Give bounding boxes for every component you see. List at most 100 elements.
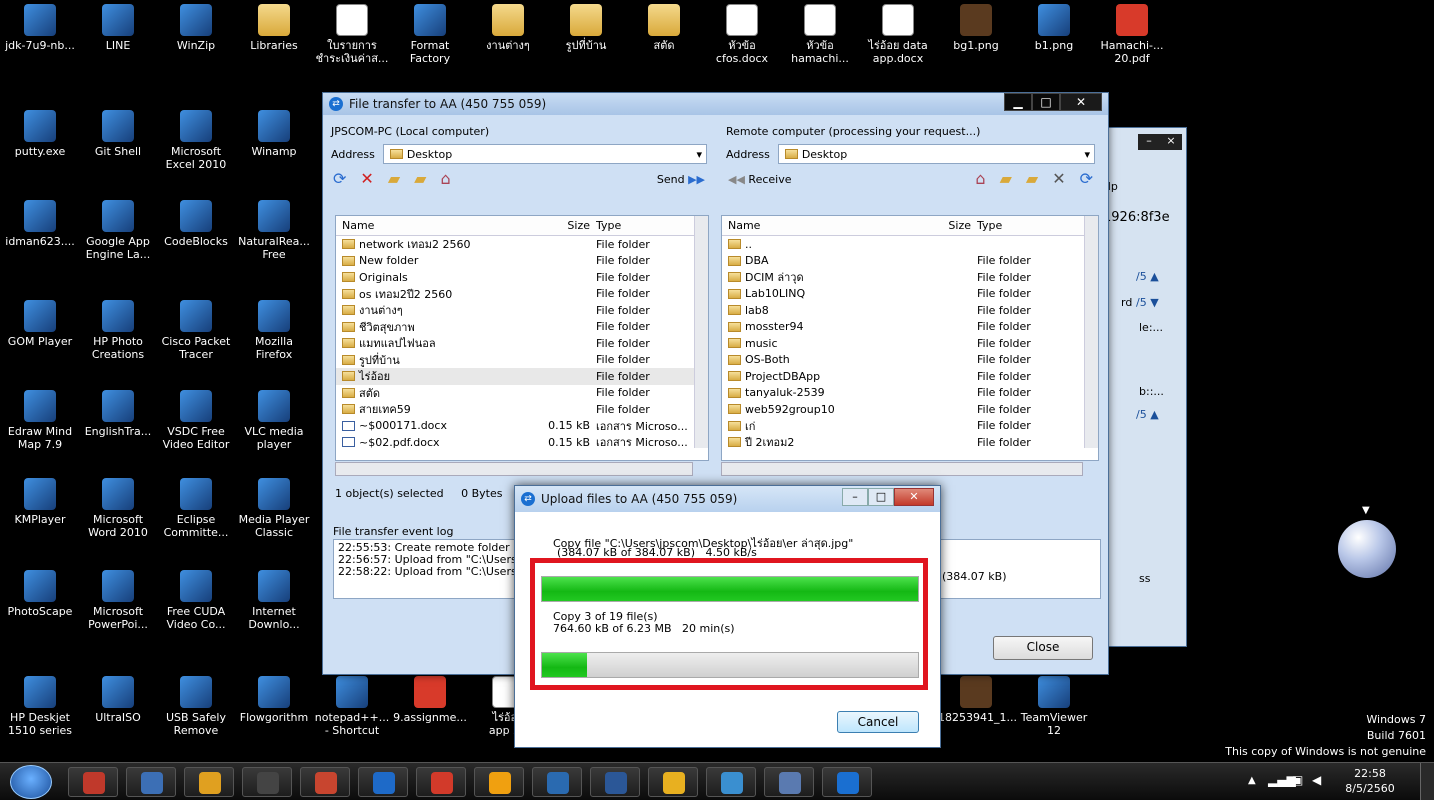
file-row[interactable]: ~$02.pdf.docx 0.15 kB เอกสาร Microso... — [336, 434, 708, 451]
desktop-icon[interactable]: VLC media player — [236, 390, 312, 451]
clock[interactable]: 22:58 8/5/2560 — [1340, 766, 1400, 796]
desktop-icon[interactable]: PhotoScape — [2, 570, 78, 618]
desktop-icon[interactable]: Internet Downlo... — [236, 570, 312, 631]
refresh-icon[interactable]: ⟳ — [1080, 171, 1093, 187]
taskbar-button[interactable] — [184, 767, 234, 797]
desktop-icon[interactable]: Microsoft PowerPoi... — [80, 570, 156, 631]
taskbar-button[interactable] — [242, 767, 292, 797]
desktop-icon[interactable]: WinZip — [158, 4, 234, 52]
file-row[interactable]: ProjectDBApp File folder — [722, 368, 1098, 385]
maximize-button[interactable]: □ — [868, 488, 894, 506]
desktop-icon[interactable]: Microsoft Excel 2010 — [158, 110, 234, 171]
desktop-icon[interactable]: Eclipse Committe... — [158, 478, 234, 539]
desktop-icon[interactable]: 18253941_1... — [938, 676, 1017, 724]
desktop-icon[interactable]: Libraries — [236, 4, 312, 52]
tray-app-icon[interactable]: ▣ — [1292, 773, 1303, 787]
new-folder-icon[interactable]: ▰ — [1026, 171, 1038, 187]
gadget-arrow-icon[interactable]: ▼ — [1362, 505, 1370, 516]
refresh-icon[interactable]: ⟳ — [333, 171, 346, 187]
file-row[interactable]: DCIM ล่าวุด File folder — [722, 269, 1098, 286]
desktop-icon[interactable]: KMPlayer — [2, 478, 78, 526]
horizontal-scrollbar[interactable] — [721, 462, 1083, 476]
file-row[interactable]: เก่ File folder — [722, 418, 1098, 435]
taskbar-button[interactable] — [590, 767, 640, 797]
maximize-button[interactable]: □ — [1032, 93, 1060, 111]
desktop-icon[interactable]: UltraISO — [80, 676, 156, 724]
column-size[interactable]: Size — [937, 219, 977, 232]
desktop-icon[interactable]: notepad++... - Shortcut — [314, 676, 390, 737]
file-row[interactable]: .. — [722, 236, 1098, 253]
desktop-icon[interactable]: Google App Engine La... — [80, 200, 156, 261]
desktop-icon[interactable]: Format Factory — [392, 4, 468, 65]
desktop-icon[interactable]: 9.assignme... — [392, 676, 468, 724]
desktop-icon[interactable]: Flowgorithm — [236, 676, 312, 724]
file-row[interactable]: New folder File folder — [336, 253, 708, 270]
desktop-icon[interactable]: Media Player Classic — [236, 478, 312, 539]
column-size[interactable]: Size — [546, 219, 596, 232]
file-row[interactable]: สายเทค59 File folder — [336, 401, 708, 418]
taskbar-button[interactable] — [358, 767, 408, 797]
desktop-icon[interactable]: สตัด — [626, 4, 702, 52]
send-button[interactable]: Send ▶▶ — [657, 173, 705, 186]
vertical-scrollbar[interactable] — [1084, 216, 1098, 448]
desktop-icon[interactable]: idman623.... — [2, 200, 78, 248]
desktop-icon[interactable]: LINE — [80, 4, 156, 52]
volume-icon[interactable]: ◀ — [1312, 773, 1321, 787]
file-row[interactable]: งานต่างๆ File folder — [336, 302, 708, 319]
desktop-icon[interactable]: หัวข้อ cfos.docx — [704, 4, 780, 65]
file-row[interactable]: ชีวิตสุขภาพ File folder — [336, 319, 708, 336]
file-row[interactable]: tanyaluk-2539 File folder — [722, 385, 1098, 402]
bg-text[interactable]: /5 ▼ — [1136, 296, 1159, 309]
column-type[interactable]: Type — [977, 219, 1077, 232]
file-row[interactable]: สตัด File folder — [336, 385, 708, 402]
file-row[interactable]: web592group10 File folder — [722, 401, 1098, 418]
file-row[interactable]: OS-Both File folder — [722, 352, 1098, 369]
taskbar-button[interactable] — [706, 767, 756, 797]
taskbar-button[interactable] — [532, 767, 582, 797]
desktop-icon[interactable]: b1.png — [1016, 4, 1092, 52]
minimize-button[interactable]: – — [842, 488, 868, 506]
desktop-icon[interactable]: งานต่างๆ — [470, 4, 546, 52]
file-row[interactable]: network เทอม2 2560 File folder — [336, 236, 708, 253]
desktop-icon[interactable]: putty.exe — [2, 110, 78, 158]
column-name[interactable]: Name — [336, 219, 546, 232]
close-button[interactable]: ✕ — [894, 488, 934, 506]
desktop-icon[interactable]: Free CUDA Video Co... — [158, 570, 234, 631]
column-type[interactable]: Type — [596, 219, 696, 232]
delete-icon[interactable]: ✕ — [1052, 171, 1065, 187]
file-row[interactable]: DBA File folder — [722, 253, 1098, 270]
file-row[interactable]: รูปที่บ้าน File folder — [336, 352, 708, 369]
desktop-icon[interactable]: GOM Player — [2, 300, 78, 348]
desktop-icon[interactable]: รูปที่บ้าน — [548, 4, 624, 52]
folder-up-icon[interactable]: ▰ — [1000, 171, 1012, 187]
taskbar-button[interactable] — [68, 767, 118, 797]
taskbar-button[interactable] — [764, 767, 814, 797]
file-row[interactable]: ~$000171.docx 0.15 kB เอกสาร Microso... — [336, 418, 708, 435]
file-row[interactable]: lab8 File folder — [722, 302, 1098, 319]
taskbar-button[interactable] — [416, 767, 466, 797]
bg-text[interactable]: /5 ▲ — [1136, 270, 1159, 283]
desktop-icon[interactable]: Git Shell — [80, 110, 156, 158]
receive-button[interactable]: ◀◀ Receive — [728, 173, 792, 186]
taskbar-button[interactable] — [822, 767, 872, 797]
local-file-list[interactable]: Name Size Type network เทอม2 2560 File fo… — [335, 215, 709, 461]
new-folder-icon[interactable]: ▰ — [388, 171, 400, 187]
close-button[interactable]: × — [1160, 134, 1182, 150]
file-row[interactable]: Lab10LINQ File folder — [722, 286, 1098, 303]
desktop-icon[interactable]: HP Deskjet 1510 series — [2, 676, 78, 737]
desktop-icon[interactable]: Winamp — [236, 110, 312, 158]
desktop-icon[interactable]: USB Safely Remove — [158, 676, 234, 737]
delete-icon[interactable]: ✕ — [360, 171, 373, 187]
file-row[interactable]: os เทอม2ปี2 2560 File folder — [336, 286, 708, 303]
desktop-icon[interactable]: Microsoft Word 2010 — [80, 478, 156, 539]
desktop-gadget-icon[interactable] — [1338, 520, 1396, 578]
desktop-icon[interactable]: jdk-7u9-nb... — [2, 4, 78, 52]
desktop-icon[interactable]: Edraw Mind Map 7.9 — [2, 390, 78, 451]
column-name[interactable]: Name — [722, 219, 937, 232]
start-button[interactable] — [10, 765, 52, 799]
folder-up-icon[interactable]: ▰ — [414, 171, 426, 187]
home-icon[interactable]: ⌂ — [440, 171, 450, 187]
taskbar-button[interactable] — [126, 767, 176, 797]
desktop-icon[interactable]: หัวข้อ hamachi... — [782, 4, 858, 65]
home-icon[interactable]: ⌂ — [975, 171, 985, 187]
